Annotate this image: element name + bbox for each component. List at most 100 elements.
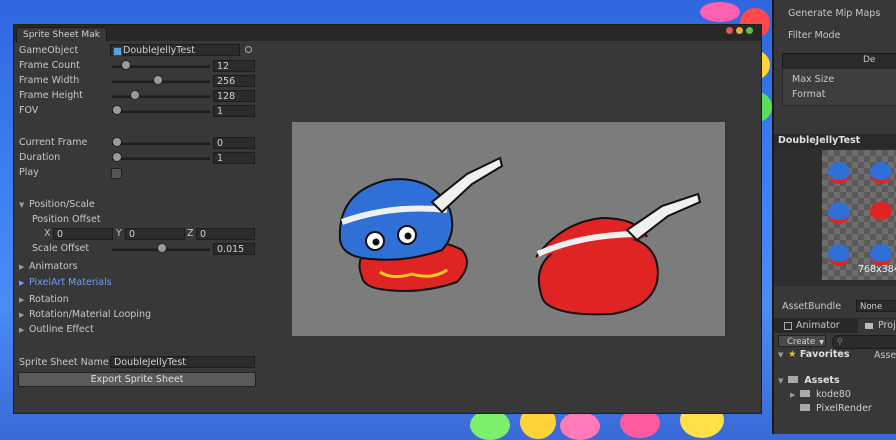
current-frame-label: Current Frame <box>19 137 88 148</box>
preview-header: DoubleJellyTest <box>774 134 896 148</box>
folder-icon <box>800 404 810 411</box>
frame-count-field[interactable]: 12 <box>213 60 255 72</box>
pixelart-materials-foldout[interactable]: ▶ PixelArt Materials <box>19 277 112 288</box>
scene-candy-1 <box>470 410 510 440</box>
tab-project[interactable]: Proj <box>858 319 896 333</box>
sprite-sheet-maker-window: Sprite Sheet Mak GameObject DoubleJellyT… <box>13 24 762 414</box>
scale-offset-label: Scale Offset <box>32 243 90 254</box>
thumb-sprite-4 <box>870 202 892 220</box>
folder-icon <box>788 376 798 383</box>
current-frame-field[interactable]: 0 <box>213 137 255 149</box>
window-tabbar: Sprite Sheet Mak <box>14 25 761 42</box>
assets-column-header: Asse <box>874 350 896 361</box>
tab-sprite-sheet-maker[interactable]: Sprite Sheet Mak <box>16 27 107 42</box>
scale-offset-slider-thumb[interactable] <box>157 243 167 253</box>
sprite-preview <box>292 122 725 336</box>
position-x-field[interactable]: 0 <box>53 228 113 240</box>
window-maximize-icon[interactable] <box>746 27 753 34</box>
foldout-open-icon: ▼ <box>19 201 25 209</box>
play-checkbox[interactable] <box>111 168 122 179</box>
position-y-field[interactable]: 0 <box>125 228 185 240</box>
frame-width-label: Frame Width <box>19 75 80 86</box>
fov-field[interactable]: 1 <box>213 105 255 117</box>
sprite-sheet-name-label: Sprite Sheet Name <box>19 357 109 368</box>
right-inspector-panel: Generate Mip Maps Filter Mode De Max Siz… <box>772 0 896 434</box>
current-frame-slider[interactable] <box>112 142 210 145</box>
jelly-sprites-image <box>338 156 702 316</box>
position-offset-label: Position Offset <box>32 214 101 225</box>
position-z-field[interactable]: 0 <box>196 228 255 240</box>
duration-slider-thumb[interactable] <box>112 152 122 162</box>
frame-count-slider-thumb[interactable] <box>121 60 131 70</box>
frame-width-slider-thumb[interactable] <box>152 75 163 85</box>
tab-animator[interactable]: Animator <box>776 319 856 333</box>
frame-width-field[interactable]: 256 <box>213 75 255 87</box>
duration-label: Duration <box>19 152 61 163</box>
z-label: Z <box>187 228 194 239</box>
frame-height-field[interactable]: 128 <box>213 90 255 102</box>
folder-icon <box>800 390 810 397</box>
foldout-closed-icon: ▶ <box>19 311 25 319</box>
animators-foldout[interactable]: ▶ Animators <box>19 261 78 272</box>
thumb-sprite-2 <box>870 162 892 184</box>
folder-item-pixelrender[interactable]: PixelRender <box>800 403 872 414</box>
thumb-sprite-1 <box>828 162 850 184</box>
foldout-open-icon: ▼ <box>778 377 784 385</box>
window-minimize-icon[interactable] <box>736 27 743 34</box>
gameobject-label: GameObject <box>19 45 79 56</box>
foldout-closed-icon: ▶ <box>790 391 796 399</box>
gameobject-value: DoubleJellyTest <box>123 45 195 56</box>
search-icon: ⚲ <box>837 337 843 346</box>
scene-candy-3 <box>560 412 600 440</box>
star-icon: ★ <box>788 349 797 360</box>
max-size-label: Max Size <box>792 74 835 85</box>
duration-slider[interactable] <box>112 157 210 160</box>
object-picker-icon[interactable] <box>245 46 252 53</box>
outline-effect-foldout[interactable]: ▶ Outline Effect <box>19 324 94 335</box>
window-close-icon[interactable] <box>726 27 733 34</box>
scene-candy-9 <box>700 2 740 22</box>
frame-count-label: Frame Count <box>19 60 80 71</box>
preview-title: DoubleJellyTest <box>778 135 861 146</box>
assetbundle-dropdown[interactable]: None <box>856 300 896 312</box>
foldout-open-icon: ▼ <box>778 351 784 359</box>
frame-height-label: Frame Height <box>19 90 84 101</box>
fov-slider-thumb[interactable] <box>112 105 122 115</box>
sprite-sheet-name-field[interactable]: DoubleJellyTest <box>110 356 255 368</box>
position-scale-foldout[interactable]: ▼ Position/Scale <box>19 199 95 210</box>
red-jelly-sprite <box>535 192 702 316</box>
bottom-tabbar: Animator Proj <box>774 318 896 333</box>
folder-item-kode80[interactable]: ▶ kode80 <box>790 389 851 400</box>
animator-icon <box>784 322 792 330</box>
texture-preview-thumbnails <box>822 150 896 280</box>
foldout-closed-icon: ▶ <box>19 326 25 334</box>
thumb-sprite-3 <box>828 202 850 224</box>
format-label: Format <box>792 89 826 100</box>
default-tab[interactable]: De <box>782 53 896 69</box>
frame-height-slider-thumb[interactable] <box>130 90 140 100</box>
frame-height-slider[interactable] <box>112 95 210 98</box>
folder-icon <box>865 323 873 329</box>
thumb-sprite-5 <box>828 244 850 266</box>
foldout-closed-icon: ▶ <box>19 263 25 271</box>
generate-mip-maps-label: Generate Mip Maps <box>788 8 881 19</box>
cube-icon <box>113 47 122 56</box>
rotation-foldout[interactable]: ▶ Rotation <box>19 294 69 305</box>
gameobject-field[interactable]: DoubleJellyTest <box>110 44 240 56</box>
rotation-material-looping-foldout[interactable]: ▶ Rotation/Material Looping <box>19 309 151 320</box>
project-search-input[interactable]: ⚲ <box>832 335 896 349</box>
fov-slider[interactable] <box>112 110 210 113</box>
duration-field[interactable]: 1 <box>213 152 255 164</box>
dropdown-arrow-icon: ▼ <box>819 339 824 346</box>
fov-label: FOV <box>19 105 39 116</box>
create-dropdown[interactable]: Create ▼ <box>778 335 826 347</box>
current-frame-slider-thumb[interactable] <box>112 137 122 147</box>
assets-item[interactable]: ▼ Assets <box>778 375 840 386</box>
favorites-item[interactable]: ▼ ★ Favorites <box>778 349 850 360</box>
thumb-sprite-6 <box>870 244 892 266</box>
export-sprite-sheet-button[interactable]: Export Sprite Sheet <box>18 372 256 387</box>
scale-offset-field[interactable]: 0.015 <box>213 243 255 255</box>
foldout-closed-icon: ▶ <box>19 279 25 287</box>
blue-jelly-sprite <box>338 156 504 292</box>
play-label: Play <box>19 167 39 178</box>
